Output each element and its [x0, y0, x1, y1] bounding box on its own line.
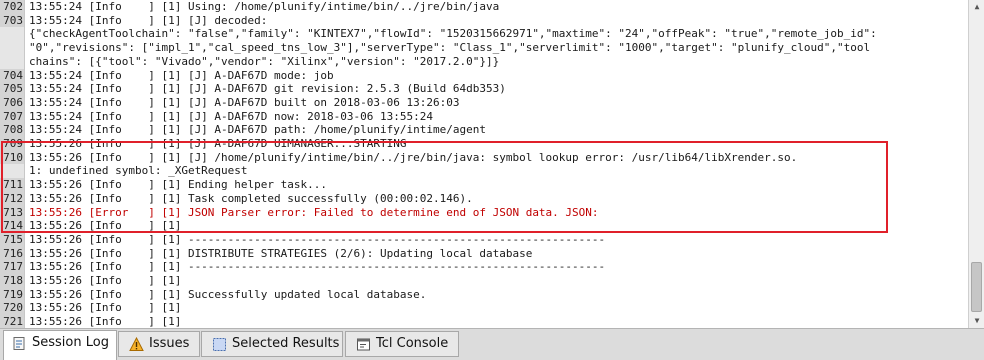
log-line: chains": [{"tool": "Vivado","vendor": "X…: [0, 54, 968, 69]
scroll-up-icon[interactable]: ▲: [972, 2, 982, 12]
log-line: 714 13:55:26 [Info ] [1]: [0, 219, 968, 234]
tab-selected-results[interactable]: Selected Results: [201, 331, 343, 357]
log-line: 705 13:55:24 [Info ] [1] [J] A-DAF67D git…: [0, 82, 968, 97]
tab-session-log[interactable]: Session Log: [3, 330, 117, 360]
line-number: 714: [0, 219, 24, 234]
vertical-scrollbar[interactable]: ▲ ▼: [968, 0, 984, 328]
log-line: 704 13:55:24 [Info ] [1] [J] A-DAF67D mod…: [0, 68, 968, 83]
log-line-text: 13:55:26 [Info ] [1]: [29, 219, 182, 233]
log-line-text: 13:55:24 [Info ] [1] [J] A-DAF67D git re…: [29, 82, 506, 96]
log-line: 703 13:55:24 [Info ] [1] [J] decoded:: [0, 13, 968, 28]
session-log-output[interactable]: 702 13:55:24 [Info ] [1] Using: /home/plu…: [0, 0, 968, 328]
log-line: 716 13:55:26 [Info ] [1] DISTRIBUTE STRAT…: [0, 246, 968, 261]
line-number: 717: [0, 260, 24, 275]
line-number: 710: [0, 150, 24, 165]
log-line: 721 13:55:26 [Info ] [1]: [0, 315, 968, 328]
line-number: 713: [0, 205, 24, 220]
selected-results-icon: [213, 338, 226, 351]
log-line-text: 13:55:26 [Info ] [1] Task completed succ…: [29, 191, 473, 205]
line-number: 720: [0, 301, 24, 316]
log-line: 711 13:55:26 [Info ] [1] Ending helper ta…: [0, 178, 968, 193]
scroll-down-icon[interactable]: ▼: [972, 316, 982, 326]
log-line-text: 13:55:24 [Info ] [1] [J] A-DAF67D path: …: [29, 123, 486, 137]
line-number: [0, 41, 24, 56]
line-number: 719: [0, 287, 24, 302]
log-line: 709 13:55:26 [Info ] [1] [J] A-DAF67D UIM…: [0, 137, 968, 151]
line-number: 703: [0, 13, 24, 28]
log-line: 708 13:55:24 [Info ] [1] [J] A-DAF67D pat…: [0, 123, 968, 138]
log-line-text: 13:55:26 [Info ] [1]: [29, 301, 182, 315]
log-line-text: 13:55:26 [Info ] [1]: [29, 274, 182, 287]
line-number: 718: [0, 274, 24, 288]
log-line-text: 13:55:26 [Info ] [1] -------------------…: [29, 260, 606, 274]
scrollbar-thumb[interactable]: [971, 262, 982, 312]
log-line: "0","revisions": ["impl_1","cal_speed_tn…: [0, 41, 968, 56]
log-line-text: 13:55:24 [Info ] [1] [J] decoded:: [29, 13, 268, 27]
log-line-text: chains": [{"tool": "Vivado","vendor": "X…: [29, 54, 500, 68]
session-log-icon: [13, 337, 25, 350]
line-number: 707: [0, 109, 24, 124]
line-number: 712: [0, 191, 24, 206]
log-line: 1: undefined symbol: _XGetRequest: [0, 164, 968, 179]
line-number: 705: [0, 82, 24, 97]
line-number: 709: [0, 137, 24, 151]
log-line-text: 13:55:24 [Info ] [1] [J] A-DAF67D mode: …: [29, 68, 334, 82]
log-line: 707 13:55:24 [Info ] [1] [J] A-DAF67D now…: [0, 109, 968, 124]
tab-issues[interactable]: Issues: [118, 331, 200, 357]
log-line-text: 13:55:26 [Info ] [1] DISTRIBUTE STRATEGI…: [29, 246, 533, 260]
log-line: 715 13:55:26 [Info ] [1] ----------------…: [0, 232, 968, 247]
line-number: 704: [0, 68, 24, 83]
line-number: 721: [0, 315, 24, 328]
log-line: 720 13:55:26 [Info ] [1]: [0, 301, 968, 316]
log-line-text: 13:55:26 [Info ] [1]: [29, 315, 182, 328]
tab-tcl-console[interactable]: Tcl Console: [345, 331, 459, 357]
line-number: 706: [0, 95, 24, 110]
warning-icon: [129, 337, 144, 351]
log-line-text: 13:55:26 [Info ] [1] [J] A-DAF67D UIMANA…: [29, 137, 407, 150]
bottom-tab-bar: Session Log Issues Selected Results Tcl …: [0, 328, 984, 360]
line-number: 715: [0, 232, 24, 247]
line-number: [0, 54, 24, 69]
line-number: 716: [0, 246, 24, 261]
tab-session-log-label: Session Log: [32, 335, 109, 350]
log-line-text: 1: undefined symbol: _XGetRequest: [29, 164, 248, 178]
log-line-text: 13:55:24 [Info ] [1] [J] A-DAF67D built …: [29, 95, 460, 109]
log-line: 717 13:55:26 [Info ] [1] ----------------…: [0, 260, 968, 275]
log-line-text: 13:55:26 [Info ] [1] Successfully update…: [29, 287, 427, 301]
log-line-text: "0","revisions": ["impl_1","cal_speed_tn…: [29, 41, 871, 55]
log-line-text: 13:55:24 [Info ] [1] Using: /home/plunif…: [29, 0, 500, 13]
log-line: 706 13:55:24 [Info ] [1] [J] A-DAF67D bui…: [0, 95, 968, 110]
log-line-text: 13:55:26 [Error ] [1] JSON Parser error:…: [29, 205, 599, 219]
line-number: 711: [0, 178, 24, 193]
line-number: 702: [0, 0, 24, 14]
log-line: 718 13:55:26 [Info ] [1]: [0, 274, 968, 288]
log-line-text: 13:55:26 [Info ] [1] -------------------…: [29, 232, 606, 246]
tcl-console-icon: [357, 338, 370, 351]
log-line: 702 13:55:24 [Info ] [1] Using: /home/plu…: [0, 0, 968, 14]
log-line: 713 13:55:26 [Error ] [1] JSON Parser err…: [0, 205, 968, 220]
tab-tcl-console-label: Tcl Console: [376, 336, 449, 351]
log-line: 719 13:55:26 [Info ] [1] Successfully upd…: [0, 287, 968, 302]
log-line-text: 13:55:24 [Info ] [1] [J] A-DAF67D now: 2…: [29, 109, 433, 123]
log-line: {"checkAgentToolchain": "false","family"…: [0, 27, 968, 42]
log-line-text: {"checkAgentToolchain": "false","family"…: [29, 27, 877, 41]
log-line: 710 13:55:26 [Info ] [1] [J] /home/plunif…: [0, 150, 968, 165]
line-number: [0, 27, 24, 42]
log-line-text: 13:55:26 [Info ] [1] Ending helper task.…: [29, 178, 328, 192]
tab-issues-label: Issues: [149, 336, 190, 351]
tab-selected-results-label: Selected Results: [232, 336, 340, 351]
line-number: 708: [0, 123, 24, 138]
log-line: 712 13:55:26 [Info ] [1] Task completed s…: [0, 191, 968, 206]
log-line-text: 13:55:26 [Info ] [1] [J] /home/plunify/i…: [29, 150, 798, 164]
line-number: [0, 164, 24, 179]
